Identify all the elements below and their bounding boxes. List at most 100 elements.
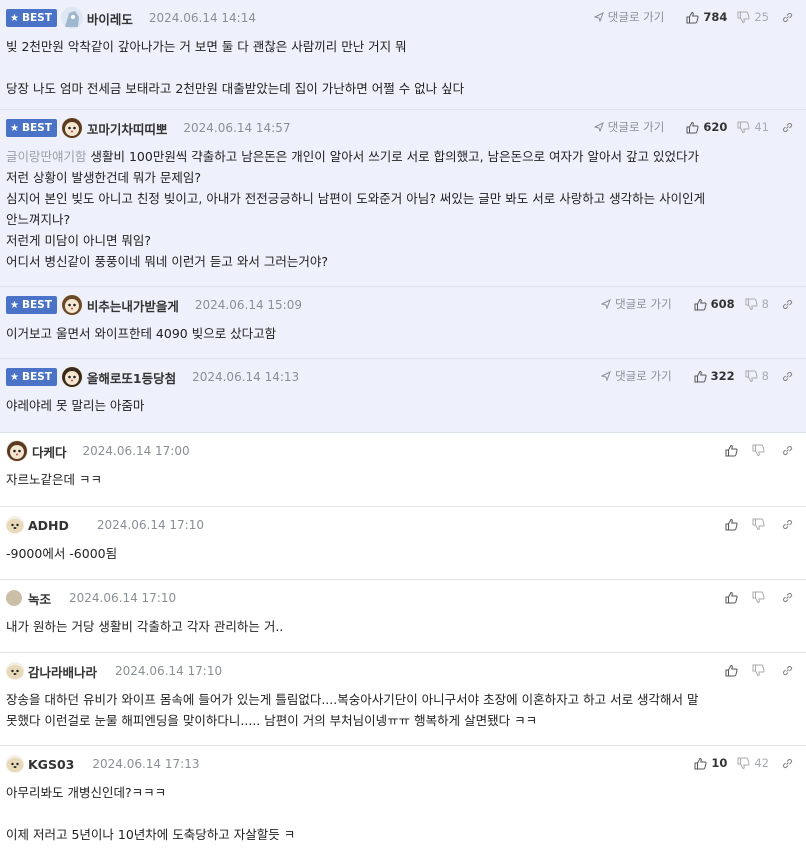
- best-badge: ★ BEST: [6, 9, 57, 27]
- upvote-button[interactable]: [725, 591, 742, 604]
- comment-text: 글이랑딴얘기함 생활비 100만원씩 갹출하고 남은돈은 개인이 알아서 쓰기로…: [6, 149, 706, 269]
- comment-author[interactable]: 녹조: [28, 589, 51, 608]
- upvote-button[interactable]: [725, 518, 742, 531]
- upvote-button[interactable]: [725, 664, 742, 677]
- comment-tools: 10 42: [684, 752, 794, 774]
- avatar[interactable]: [60, 7, 83, 29]
- upvote-button[interactable]: 608: [694, 297, 735, 311]
- avatar[interactable]: [60, 366, 83, 388]
- comment-item: ★ BEST 비추는내가받을게 2024.06.14 15:09 댓글로 가기 6…: [0, 287, 806, 359]
- comment-tools: [715, 659, 794, 681]
- comment-item: KGS03 2024.06.14 17:13 10 42 아무리봐도 개병신인데…: [0, 746, 806, 860]
- paper-plane-icon: [601, 299, 612, 309]
- link-icon[interactable]: [781, 298, 794, 311]
- comment-date: 2024.06.14 14:57: [183, 121, 291, 135]
- upvote-button[interactable]: [725, 444, 742, 457]
- reply-link[interactable]: 댓글로 가기: [601, 368, 672, 384]
- avatar[interactable]: [6, 590, 22, 606]
- comment-date: 2024.06.14 17:10: [96, 518, 204, 532]
- upvote-count: 620: [703, 120, 728, 134]
- comment-tools: 댓글로 가기 620 41: [593, 116, 794, 138]
- comment-tools: [715, 513, 794, 535]
- thumbs-down-icon: [745, 370, 758, 382]
- downvote-count: 8: [761, 369, 769, 383]
- thumbs-up-icon: [725, 444, 738, 456]
- thumbs-up-icon: [686, 121, 699, 133]
- comment-author[interactable]: 꼬마기차띠띠뽀: [87, 119, 168, 138]
- avatar[interactable]: [6, 662, 24, 680]
- downvote-button[interactable]: [752, 444, 769, 457]
- upvote-count: 10: [711, 756, 728, 770]
- comment-author[interactable]: 다케다: [32, 442, 67, 461]
- best-badge: ★ BEST: [6, 296, 57, 314]
- comment-tools: 댓글로 가기 608 8: [601, 293, 794, 315]
- link-icon[interactable]: [781, 121, 794, 134]
- avatar[interactable]: [60, 117, 83, 139]
- link-icon[interactable]: [781, 11, 794, 24]
- reply-link[interactable]: 댓글로 가기: [593, 9, 664, 25]
- comment-tools: 댓글로 가기 322 8: [601, 365, 794, 387]
- comment-item: ★ BEST 꼬마기차띠띠뽀 2024.06.14 14:57 댓글로 가기 62…: [0, 110, 806, 287]
- link-icon[interactable]: [781, 757, 794, 770]
- upvote-button[interactable]: 784: [686, 10, 727, 24]
- comment-text: 내가 원하는 거당 생활비 각출하고 각자 관리하는 거..: [6, 619, 284, 634]
- downvote-button[interactable]: [752, 664, 769, 677]
- link-icon[interactable]: [781, 518, 794, 531]
- comment-item: ADHD 2024.06.14 17:10 -9000에서 -6000됨: [0, 507, 806, 580]
- downvote-button[interactable]: [752, 591, 769, 604]
- paper-plane-icon: [593, 12, 604, 22]
- link-icon[interactable]: [781, 370, 794, 383]
- thumbs-up-icon: [725, 664, 738, 676]
- comment-author[interactable]: 바이레도: [87, 9, 133, 28]
- comment-author[interactable]: KGS03: [28, 757, 74, 772]
- paper-plane-icon: [601, 371, 612, 381]
- avatar[interactable]: [6, 440, 28, 462]
- comment-item: ★ BEST 바이레도 2024.06.14 14:14 댓글로 가기 784 2…: [0, 0, 806, 110]
- downvote-button[interactable]: [752, 518, 769, 531]
- upvote-count: 784: [703, 10, 728, 24]
- avatar[interactable]: [6, 755, 24, 773]
- thumbs-down-icon: [745, 298, 758, 310]
- comment-text: 아무리봐도 개병신인데?ㅋㅋㅋ 이제 저러고 5년이나 10년차에 도축당하고 …: [6, 785, 296, 842]
- link-icon[interactable]: [781, 664, 794, 677]
- comment-tools: [715, 439, 794, 461]
- comment-header: ★ BEST 꼬마기차띠띠뽀 2024.06.14 14:57 댓글로 가기 62…: [6, 116, 800, 140]
- comment-author[interactable]: 감나라배나라: [28, 662, 97, 681]
- reply-link[interactable]: 댓글로 가기: [601, 296, 672, 312]
- comment-text: 장송을 대하던 유비가 와이프 몸속에 들어가 있는게 틀림없다....복숭아사…: [6, 692, 699, 728]
- comment-author[interactable]: 올해로또1등당첨: [87, 368, 176, 387]
- thumbs-down-icon: [752, 518, 765, 530]
- reply-link[interactable]: 댓글로 가기: [593, 119, 664, 135]
- thumbs-up-icon: [686, 11, 699, 23]
- downvote-button[interactable]: 8: [745, 369, 769, 383]
- link-icon[interactable]: [781, 591, 794, 604]
- avatar[interactable]: [60, 294, 83, 316]
- comment-author[interactable]: ADHD: [28, 518, 69, 533]
- upvote-button[interactable]: 322: [694, 369, 735, 383]
- comment-header: 감나라배나라 2024.06.14 17:10: [6, 659, 800, 683]
- downvote-button[interactable]: 8: [745, 297, 769, 311]
- comment-text: 빚 2천만원 악착같이 갚아나가는 거 보면 둘 다 괜찮은 사람끼리 만난 거…: [6, 39, 465, 96]
- paper-plane-icon: [593, 122, 604, 132]
- downvote-button[interactable]: 41: [737, 120, 769, 134]
- link-icon[interactable]: [781, 444, 794, 457]
- comment-header: ADHD 2024.06.14 17:10: [6, 513, 800, 537]
- comment-author[interactable]: 비추는내가받을게: [87, 296, 179, 315]
- avatar[interactable]: [6, 516, 24, 534]
- comment-tools: [715, 586, 794, 608]
- thumbs-down-icon: [737, 11, 750, 23]
- upvote-button[interactable]: 10: [694, 756, 727, 770]
- comment-text: -9000에서 -6000됨: [6, 546, 118, 561]
- downvote-button[interactable]: 25: [737, 10, 769, 24]
- comment-text: 자르노같은데 ㅋㅋ: [6, 472, 102, 487]
- thumbs-down-icon: [737, 121, 750, 133]
- comment-text: 야레야레 못 말리는 아줌마: [6, 398, 145, 413]
- comment-item: 녹조 2024.06.14 17:10 내가 원하는 거당 생활비 각출하고 각…: [0, 580, 806, 653]
- comment-item: 감나라배나라 2024.06.14 17:10 장송을 대하던 유비가 와이프 …: [0, 653, 806, 746]
- comment-header: ★ BEST 올해로또1등당첨 2024.06.14 14:13 댓글로 가기 3…: [6, 365, 800, 389]
- downvote-button[interactable]: 42: [737, 756, 769, 770]
- comment-header: KGS03 2024.06.14 17:13 10 42: [6, 752, 800, 776]
- thumbs-down-icon: [752, 444, 765, 456]
- upvote-button[interactable]: 620: [686, 120, 727, 134]
- downvote-count: 42: [754, 756, 769, 770]
